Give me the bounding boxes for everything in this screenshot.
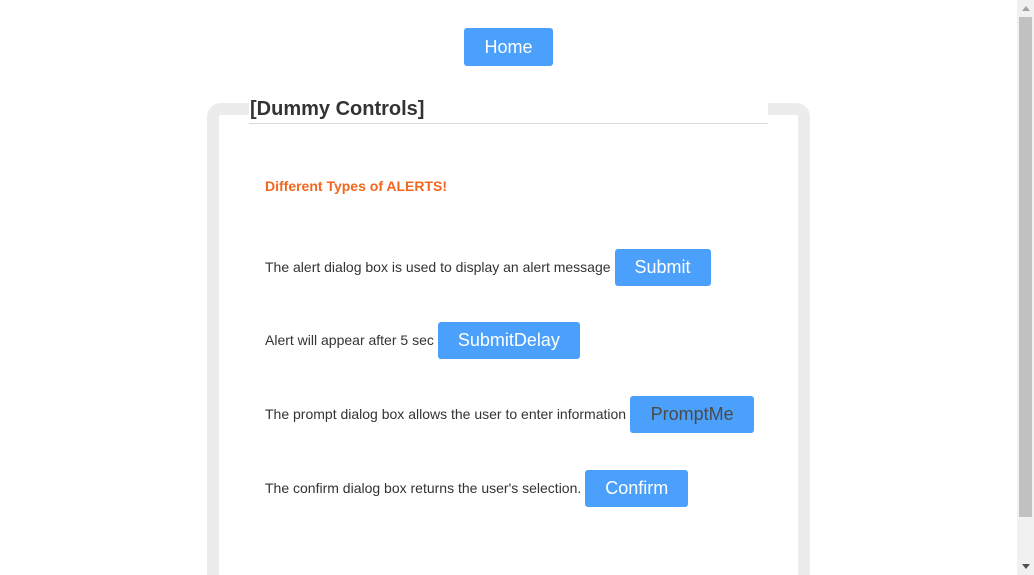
- panel-legend: [Dummy Controls]: [249, 95, 768, 124]
- alert-row: The alert dialog box is used to display …: [265, 248, 711, 286]
- submit-button[interactable]: Submit: [614, 248, 711, 286]
- submit-delay-button[interactable]: SubmitDelay: [437, 321, 580, 359]
- scroll-up-arrow-icon[interactable]: [1017, 0, 1034, 17]
- scroll-thumb[interactable]: [1019, 17, 1032, 517]
- prompt-row: The prompt dialog box allows the user to…: [265, 395, 755, 433]
- alert-description: The alert dialog box is used to display …: [265, 259, 611, 275]
- home-button[interactable]: Home: [464, 28, 553, 66]
- page-viewport: Home [Dummy Controls] Different Types of…: [0, 0, 1017, 575]
- confirm-description: The confirm dialog box returns the user'…: [265, 480, 582, 496]
- confirm-button[interactable]: Confirm: [585, 469, 689, 507]
- scroll-down-arrow-icon[interactable]: [1017, 558, 1034, 575]
- prompt-description: The prompt dialog box allows the user to…: [265, 406, 627, 422]
- confirm-row: The confirm dialog box returns the user'…: [265, 469, 689, 507]
- delay-alert-row: Alert will appear after 5 sec SubmitDela…: [265, 321, 580, 359]
- vertical-scrollbar[interactable]: [1017, 0, 1034, 575]
- prompt-me-button[interactable]: PromptMe: [630, 395, 755, 433]
- delay-alert-description: Alert will appear after 5 sec: [265, 332, 434, 348]
- alerts-heading: Different Types of ALERTS!: [265, 178, 448, 194]
